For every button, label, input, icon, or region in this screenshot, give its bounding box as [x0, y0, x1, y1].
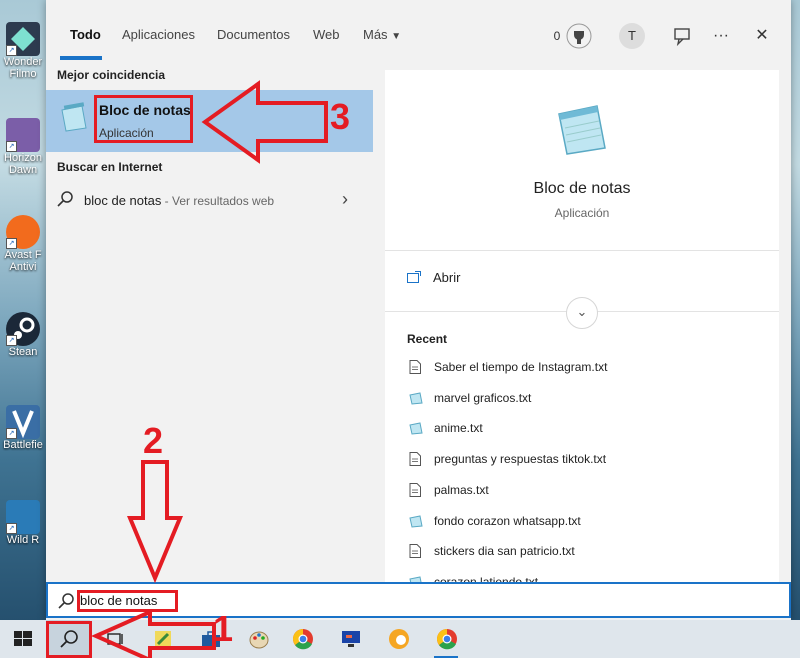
annotation-number-1: 1 [213, 608, 234, 649]
annotation-arrows [91, 80, 328, 658]
annotation-number-2: 2 [143, 420, 164, 461]
annotation-number-3: 3 [330, 96, 351, 137]
annotation-arrow-1 [91, 608, 216, 658]
annotation-arrow-2 [127, 460, 183, 584]
annotation-arrow-3 [201, 80, 328, 164]
